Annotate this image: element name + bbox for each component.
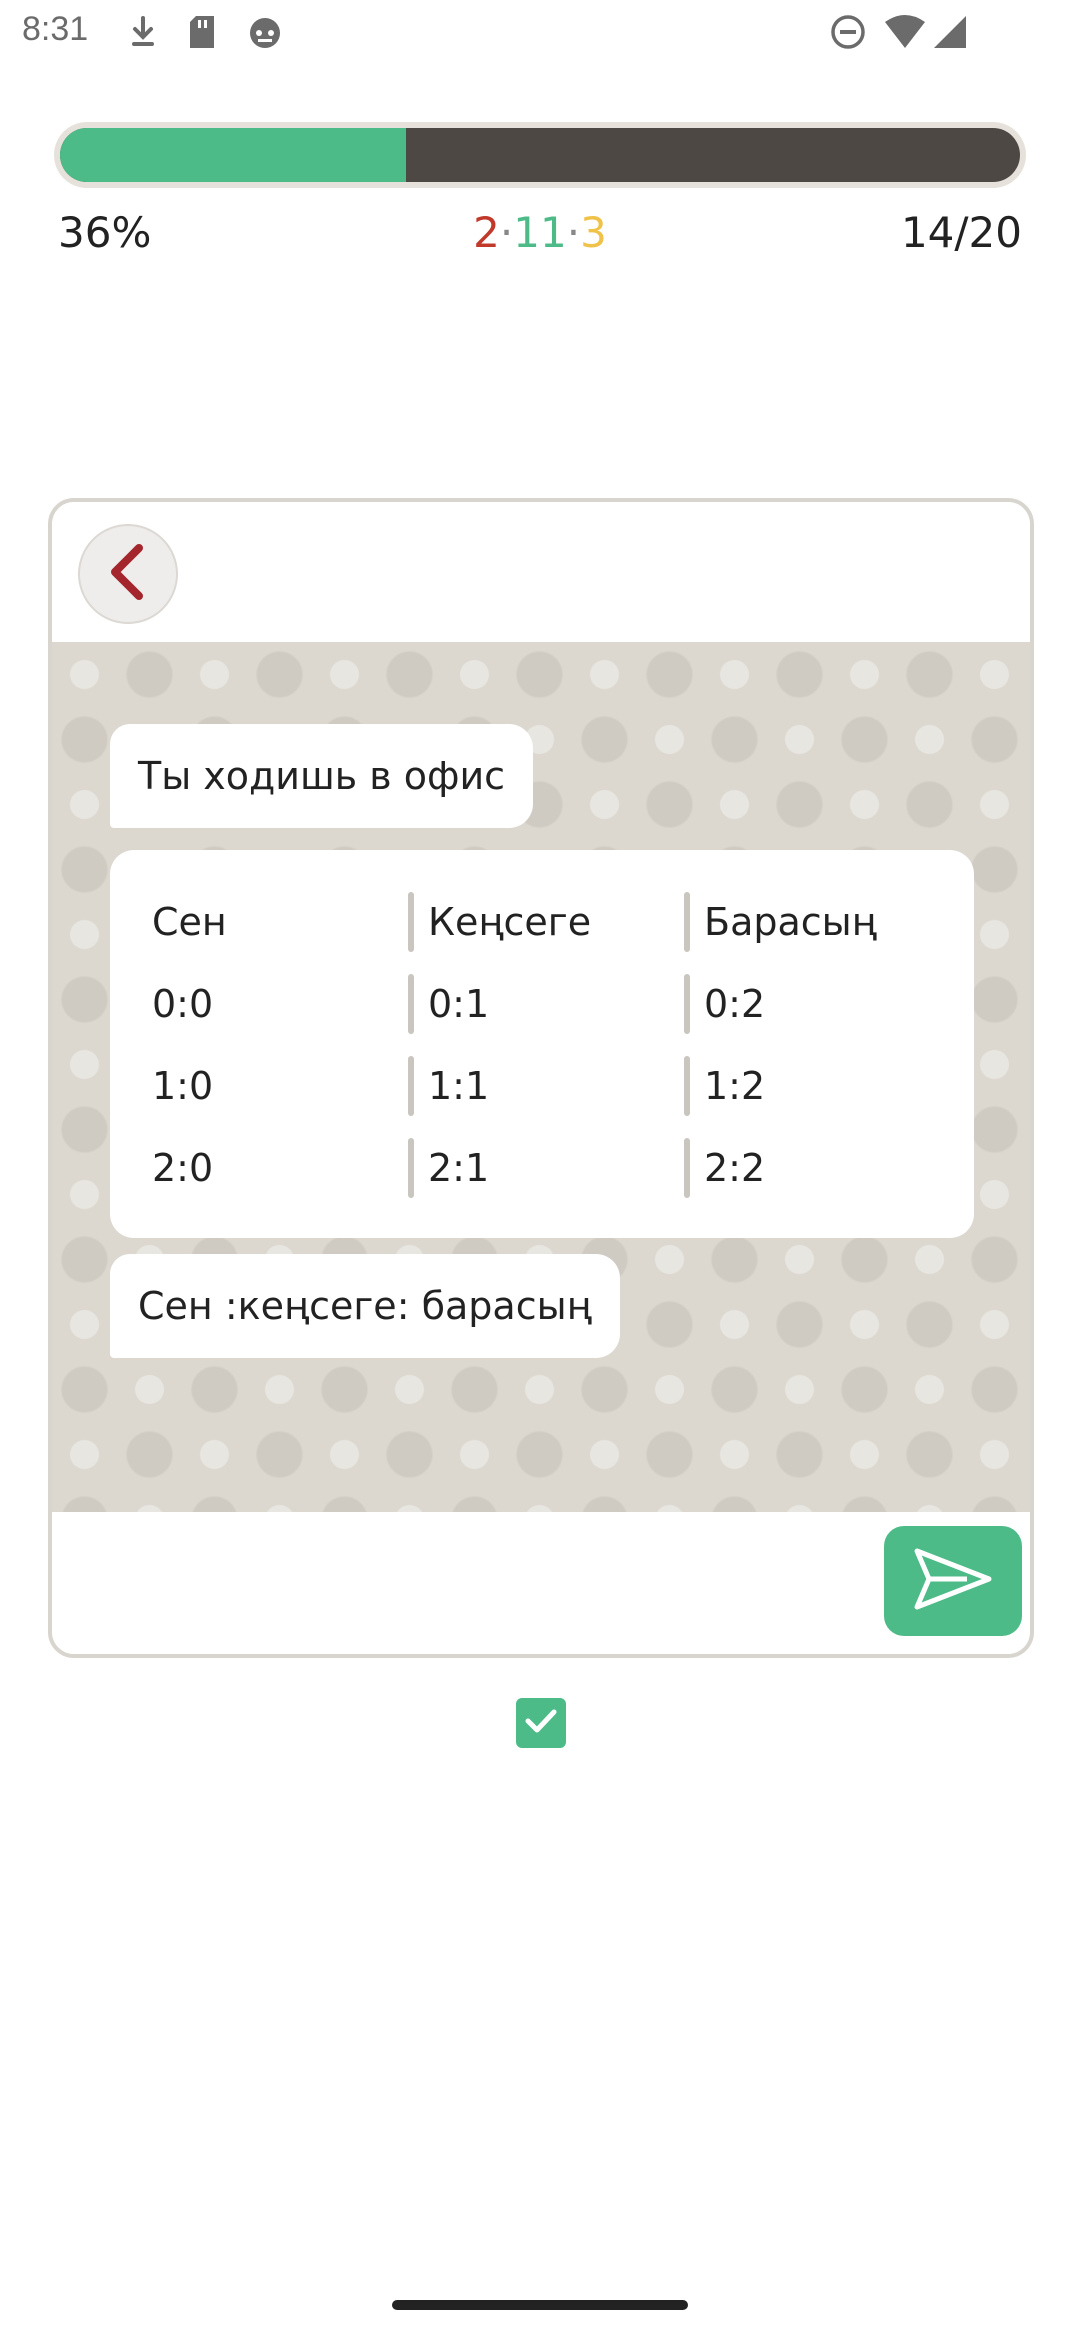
- home-indicator[interactable]: [392, 2300, 688, 2310]
- wrong-count: 2: [473, 208, 500, 257]
- send-button[interactable]: [884, 1526, 1022, 1636]
- robot-face-icon: [246, 14, 284, 54]
- column-divider: [684, 1056, 690, 1116]
- column-divider: [408, 1056, 414, 1116]
- do-not-disturb-icon: [830, 14, 866, 54]
- back-button[interactable]: [78, 524, 178, 624]
- message-text: Сен :кеңсеге: барасың: [138, 1284, 592, 1328]
- status-bar: 8:31: [0, 0, 1080, 66]
- table-cell: 1:2: [704, 1064, 766, 1108]
- input-bar: [52, 1512, 1030, 1654]
- status-time: 8:31: [22, 10, 89, 48]
- table-header: Барасың: [704, 900, 877, 944]
- column-divider: [408, 892, 414, 952]
- column-divider: [408, 974, 414, 1034]
- progress-fraction: 14/20: [900, 208, 1022, 257]
- table-header: Кеңсеге: [428, 900, 592, 944]
- chevron-left-icon: [103, 542, 153, 606]
- chat-header: [52, 502, 1030, 642]
- checkbox[interactable]: [516, 1698, 566, 1748]
- download-arrow-icon: [128, 14, 158, 54]
- cellular-signal-icon: [932, 14, 968, 54]
- count-separator: ·: [499, 208, 514, 257]
- count-separator: ·: [566, 208, 581, 257]
- chat-card: Ты ходишь в офис Сен Кеңсеге Барасың 0:0…: [48, 498, 1034, 1658]
- column-divider: [408, 1138, 414, 1198]
- send-icon: [911, 1545, 995, 1617]
- message-bubble: Ты ходишь в офис: [110, 724, 534, 828]
- table-cell: 1:0: [152, 1064, 214, 1108]
- message-bubble: Сен :кеңсеге: барасың: [110, 1254, 620, 1358]
- column-divider: [684, 892, 690, 952]
- column-divider: [684, 974, 690, 1034]
- checkmark-icon: [524, 1707, 558, 1739]
- table-header: Сен: [152, 900, 227, 944]
- message-text: Ты ходишь в офис: [138, 754, 506, 798]
- progress-bar: [54, 122, 1026, 188]
- table-cell: 2:2: [704, 1146, 766, 1190]
- table-cell: 2:1: [428, 1146, 490, 1190]
- progress-fill: [60, 128, 406, 182]
- conjugation-table: Сен Кеңсеге Барасың 0:0 0:1 0:2 1:0 1:1 …: [110, 850, 974, 1238]
- table-cell: 1:1: [428, 1064, 490, 1108]
- chat-messages: Ты ходишь в офис Сен Кеңсеге Барасың 0:0…: [52, 642, 1030, 1512]
- wifi-icon: [884, 14, 926, 54]
- table-cell: 2:0: [152, 1146, 214, 1190]
- skipped-count: 3: [580, 208, 607, 257]
- table-cell: 0:0: [152, 982, 214, 1026]
- table-cell: 0:2: [704, 982, 766, 1026]
- message-input[interactable]: [72, 1532, 896, 1634]
- correct-count: 11: [513, 208, 567, 257]
- table-cell: 0:1: [428, 982, 490, 1026]
- column-divider: [684, 1138, 690, 1198]
- sd-card-icon: [188, 14, 216, 54]
